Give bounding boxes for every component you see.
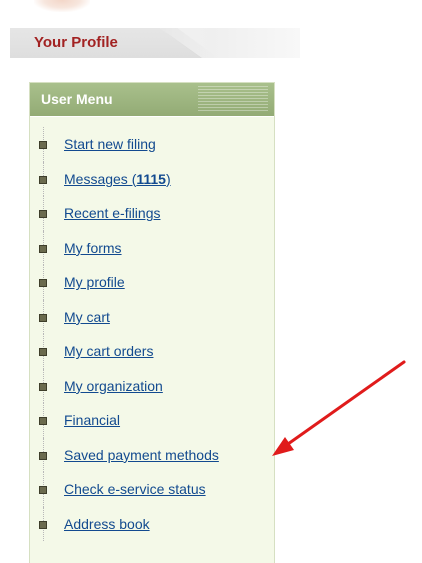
menu-item-address-book: Address book — [30, 506, 274, 541]
bullet-icon — [39, 520, 47, 529]
bullet-icon — [39, 417, 47, 426]
menu-item-recent-e-filings: Recent e-filings — [30, 196, 274, 231]
header-stripes — [198, 86, 268, 113]
user-menu-title: User Menu — [41, 91, 113, 107]
menu-item-my-cart-orders: My cart orders — [30, 334, 274, 369]
bullet-icon — [39, 313, 47, 322]
menu-item-start-new-filing: Start new filing — [30, 127, 274, 162]
my-cart-link[interactable]: My cart — [64, 309, 110, 325]
menu-item-my-organization: My organization — [30, 368, 274, 403]
arrow-shaft — [286, 360, 406, 446]
menu-item-my-profile: My profile — [30, 265, 274, 300]
menu-item-financial: Financial — [30, 403, 274, 438]
menu-item-my-cart: My cart — [30, 299, 274, 334]
bullet-icon — [39, 348, 47, 357]
start-new-filing-link[interactable]: Start new filing — [64, 136, 156, 152]
bullet-icon — [39, 382, 47, 391]
logo-swoosh — [34, 0, 90, 12]
bullet-icon — [39, 141, 47, 150]
recent-e-filings-link[interactable]: Recent e-filings — [64, 205, 161, 221]
my-profile-link[interactable]: My profile — [64, 274, 125, 290]
messages-count: 1115 — [136, 170, 166, 187]
user-menu-list: Start new filing Messages (1115) Recent … — [30, 127, 274, 541]
menu-item-messages: Messages (1115) — [30, 161, 274, 196]
my-organization-link[interactable]: My organization — [64, 378, 163, 394]
messages-link-label: Messages ( — [64, 170, 137, 187]
bullet-icon — [39, 279, 47, 288]
my-cart-orders-link[interactable]: My cart orders — [64, 343, 153, 359]
saved-payment-methods-link[interactable]: Saved payment methods — [64, 447, 219, 463]
bullet-icon — [39, 244, 47, 253]
messages-link[interactable]: Messages (1115) — [64, 171, 171, 187]
user-menu-panel: User Menu Start new filing Messages (111… — [29, 82, 275, 563]
messages-link-suffix: ) — [165, 170, 171, 187]
bullet-icon — [39, 451, 47, 460]
profile-tab[interactable]: Your Profile — [10, 28, 300, 58]
bullet-icon — [39, 486, 47, 495]
check-e-service-status-link[interactable]: Check e-service status — [64, 481, 206, 497]
bullet-icon — [39, 175, 47, 184]
arrow-head-icon — [272, 437, 294, 456]
address-book-link[interactable]: Address book — [64, 516, 150, 532]
user-menu-header: User Menu — [30, 83, 274, 117]
menu-item-my-forms: My forms — [30, 230, 274, 265]
profile-tab-label: Your Profile — [34, 34, 118, 51]
bullet-icon — [39, 210, 47, 219]
financial-link[interactable]: Financial — [64, 412, 120, 428]
my-forms-link[interactable]: My forms — [64, 240, 122, 256]
menu-item-saved-payment-methods: Saved payment methods — [30, 437, 274, 472]
menu-item-check-e-service-status: Check e-service status — [30, 472, 274, 507]
